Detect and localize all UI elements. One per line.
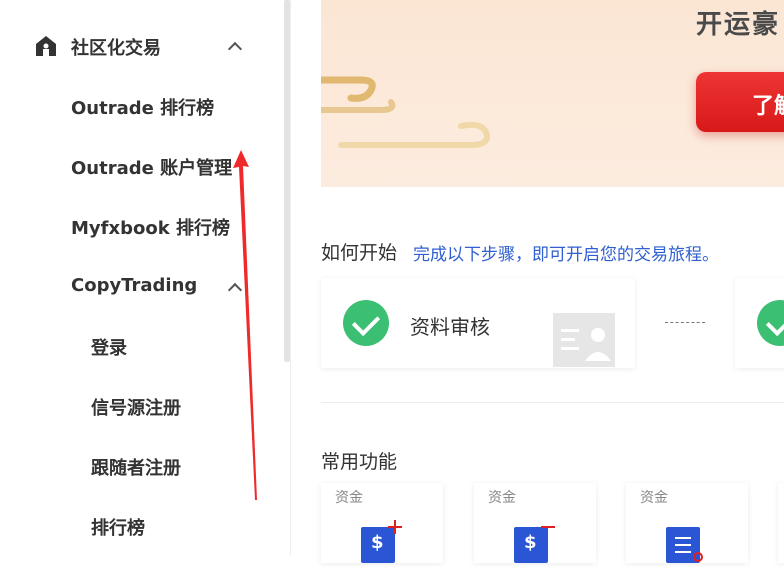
- function-card-more[interactable]: [778, 483, 784, 563]
- howto-link[interactable]: 完成以下步骤，即可开启您的交易旅程。: [413, 240, 719, 265]
- plus-icon: [388, 520, 402, 534]
- step-connector: [665, 322, 705, 323]
- sidebar-item-outrade-account[interactable]: Outrade 账户管理: [71, 154, 232, 180]
- step-label-review: 资料审核: [410, 315, 490, 339]
- cloud-decoration-icon: [321, 76, 490, 148]
- function-card-records[interactable]: 资金: [626, 483, 748, 563]
- howto-title: 如何开始: [321, 242, 398, 264]
- function-card-withdraw[interactable]: 资金 $: [474, 483, 596, 563]
- sidebar-item-myfxbook-ranking[interactable]: Myfxbook 排行榜: [71, 214, 230, 240]
- sidebar-item-copytrading[interactable]: CopyTrading: [71, 275, 197, 296]
- function-tag: 资金: [335, 490, 363, 506]
- sidebar-item-community-trading[interactable]: 社区化交易: [71, 34, 161, 60]
- home-icon: [36, 36, 56, 56]
- id-card-icon: [553, 313, 615, 367]
- chevron-up-icon[interactable]: [227, 41, 243, 57]
- learn-more-label: 了解: [752, 94, 784, 119]
- function-card-deposit[interactable]: 资金 $: [321, 483, 443, 563]
- sidebar-item-signal-register[interactable]: 信号源注册: [91, 394, 181, 420]
- annotation-arrow: [233, 150, 257, 500]
- search-icon: [693, 552, 703, 562]
- learn-more-button[interactable]: 了解: [696, 72, 784, 132]
- common-functions-title: 常用功能: [321, 451, 398, 473]
- minus-icon: [541, 526, 555, 528]
- sidebar-item-follower-register[interactable]: 跟随者注册: [91, 454, 181, 480]
- section-divider: [321, 402, 784, 403]
- sidebar-item-ranking[interactable]: 排行榜: [91, 514, 145, 540]
- sidebar-item-login[interactable]: 登录: [91, 334, 127, 360]
- sidebar-item-outrade-ranking[interactable]: Outrade 排行榜: [71, 94, 214, 120]
- check-circle-icon: [343, 300, 389, 346]
- banner-title: 开运豪: [696, 10, 781, 40]
- function-tag: 资金: [488, 490, 516, 506]
- function-tag: 资金: [640, 490, 668, 506]
